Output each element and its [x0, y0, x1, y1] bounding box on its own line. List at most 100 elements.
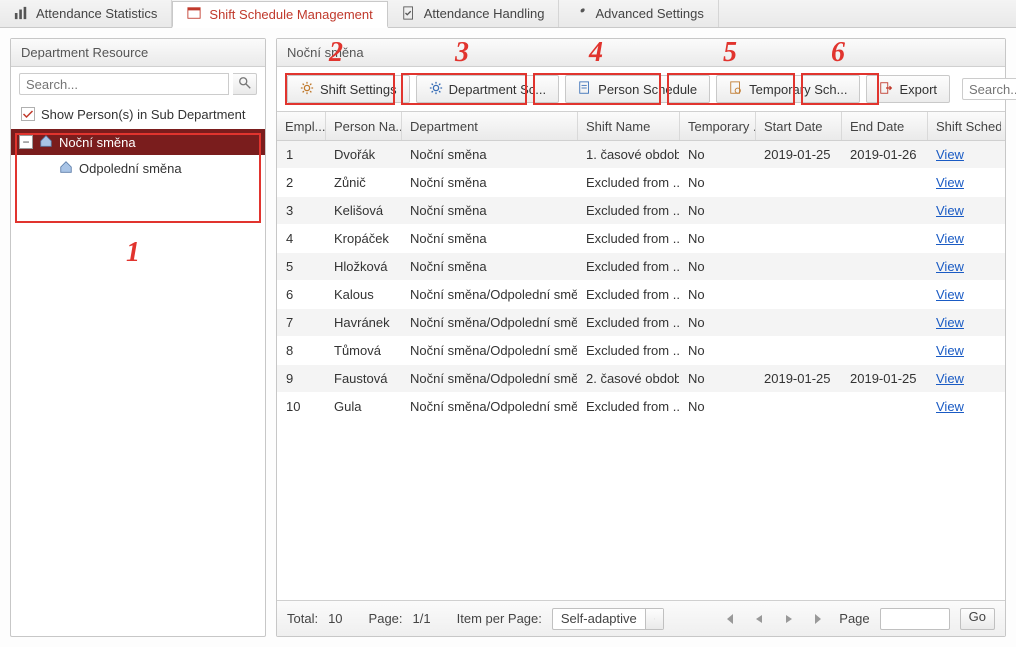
table-row[interactable]: 7HavránekNoční směna/Odpolední směnaExcl…	[277, 309, 1005, 337]
col-start-date[interactable]: Start Date	[755, 112, 841, 140]
grid-body[interactable]: 1DvořákNoční směna1. časové obdobíNo2019…	[277, 141, 1005, 600]
cell-shift-name: Excluded from ...	[577, 169, 679, 196]
cell-start-date	[755, 197, 841, 224]
table-row[interactable]: 4KropáčekNoční směnaExcluded from ...NoV…	[277, 225, 1005, 253]
department-schedule-button[interactable]: Department Sc...	[416, 75, 560, 103]
cell-end-date	[841, 169, 927, 196]
prev-page-button[interactable]	[749, 609, 769, 629]
page-number-input[interactable]	[880, 608, 950, 630]
col-person-name[interactable]: Person Na...	[325, 112, 401, 140]
cell-employee: 5	[277, 253, 325, 280]
department-search-input[interactable]	[19, 73, 229, 95]
cell-view: View	[927, 365, 1001, 392]
tab-attendance-statistics[interactable]: Attendance Statistics	[0, 0, 172, 27]
cell-temporary: No	[679, 309, 755, 336]
cell-view: View	[927, 281, 1001, 308]
cell-view: View	[927, 253, 1001, 280]
tree-child-node[interactable]: Odpolední směna	[11, 155, 265, 181]
items-per-page-select[interactable]: Self-adaptive	[552, 608, 664, 630]
view-link[interactable]: View	[936, 231, 964, 246]
table-row[interactable]: 1DvořákNoční směna1. časové obdobíNo2019…	[277, 141, 1005, 169]
cell-end-date	[841, 225, 927, 252]
cell-shift-name: 2. časové období	[577, 365, 679, 392]
collapse-icon[interactable]: −	[19, 135, 33, 149]
view-link[interactable]: View	[936, 315, 964, 330]
cell-temporary: No	[679, 197, 755, 224]
last-page-button[interactable]	[809, 609, 829, 629]
btn-label: Temporary Sch...	[749, 82, 847, 97]
person-schedule-button[interactable]: Person Schedule	[565, 75, 710, 103]
col-employee[interactable]: Empl...	[277, 112, 325, 140]
col-temporary[interactable]: Temporary ...	[679, 112, 755, 140]
search-icon	[238, 76, 252, 93]
cell-temporary: No	[679, 169, 755, 196]
show-sub-checkbox[interactable]	[21, 107, 35, 121]
tab-attendance-handling[interactable]: Attendance Handling	[388, 0, 560, 27]
cell-view: View	[927, 169, 1001, 196]
cell-shift-name: Excluded from ...	[577, 253, 679, 280]
view-link[interactable]: View	[936, 371, 964, 386]
cell-person-name: Kelišová	[325, 197, 401, 224]
cell-department: Noční směna	[401, 169, 577, 196]
document-clock-icon	[729, 81, 743, 98]
view-link[interactable]: View	[936, 175, 964, 190]
tab-shift-schedule[interactable]: Shift Schedule Management	[172, 1, 387, 28]
cell-department: Noční směna/Odpolední směna	[401, 309, 577, 336]
col-end-date[interactable]: End Date	[841, 112, 927, 140]
view-link[interactable]: View	[936, 203, 964, 218]
cell-end-date: 2019-01-26	[841, 141, 927, 168]
cell-start-date	[755, 169, 841, 196]
table-row[interactable]: 8TůmováNoční směna/Odpolední směnaExclud…	[277, 337, 1005, 365]
table-row[interactable]: 10GulaNoční směna/Odpolední směnaExclude…	[277, 393, 1005, 421]
col-shift-name[interactable]: Shift Name	[577, 112, 679, 140]
table-row[interactable]: 3KelišováNoční směnaExcluded from ...NoV…	[277, 197, 1005, 225]
cell-employee: 7	[277, 309, 325, 336]
gear-icon	[429, 81, 443, 98]
first-page-button[interactable]	[719, 609, 739, 629]
view-link[interactable]: View	[936, 287, 964, 302]
table-row[interactable]: 5HložkováNoční směnaExcluded from ...NoV…	[277, 253, 1005, 281]
cell-person-name: Gula	[325, 393, 401, 420]
cell-shift-name: Excluded from ...	[577, 281, 679, 308]
col-department[interactable]: Department	[401, 112, 577, 140]
cell-person-name: Hložková	[325, 253, 401, 280]
view-link[interactable]: View	[936, 399, 964, 414]
table-row[interactable]: 9FaustováNoční směna/Odpolední směna2. č…	[277, 365, 1005, 393]
go-button[interactable]: Go	[960, 608, 995, 630]
export-button[interactable]: Export	[866, 75, 950, 103]
tab-label: Attendance Statistics	[36, 6, 157, 21]
cell-end-date	[841, 337, 927, 364]
cell-department: Noční směna	[401, 225, 577, 252]
tab-advanced-settings[interactable]: Advanced Settings	[559, 0, 718, 27]
cell-person-name: Kropáček	[325, 225, 401, 252]
department-search-button[interactable]	[233, 73, 257, 95]
view-link[interactable]: View	[936, 147, 964, 162]
calendar-icon	[187, 6, 203, 22]
show-sub-label: Show Person(s) in Sub Department	[41, 107, 245, 122]
view-link[interactable]: View	[936, 343, 964, 358]
shift-settings-button[interactable]: Shift Settings	[287, 75, 410, 103]
gear-icon	[300, 81, 314, 98]
cell-employee: 6	[277, 281, 325, 308]
select-value: Self-adaptive	[553, 611, 645, 626]
temporary-schedule-button[interactable]: Temporary Sch...	[716, 75, 860, 103]
tab-label: Shift Schedule Management	[209, 7, 372, 22]
cell-person-name: Havránek	[325, 309, 401, 336]
tree-root-node[interactable]: − Noční směna	[11, 129, 265, 155]
schedule-search-input[interactable]	[962, 78, 1016, 100]
cell-temporary: No	[679, 253, 755, 280]
page-label: Page:	[369, 611, 403, 626]
table-row[interactable]: 2ZůničNoční směnaExcluded from ...NoView	[277, 169, 1005, 197]
check-icon	[22, 107, 34, 121]
wrench-icon	[573, 6, 589, 22]
cell-employee: 8	[277, 337, 325, 364]
cell-view: View	[927, 309, 1001, 336]
cell-department: Noční směna/Odpolední směna	[401, 337, 577, 364]
cell-end-date	[841, 281, 927, 308]
cell-employee: 4	[277, 225, 325, 252]
table-row[interactable]: 6KalousNoční směna/Odpolední směnaExclud…	[277, 281, 1005, 309]
col-shift-schedule[interactable]: Shift Sched...	[927, 112, 1001, 140]
view-link[interactable]: View	[936, 259, 964, 274]
next-page-button[interactable]	[779, 609, 799, 629]
cell-temporary: No	[679, 225, 755, 252]
